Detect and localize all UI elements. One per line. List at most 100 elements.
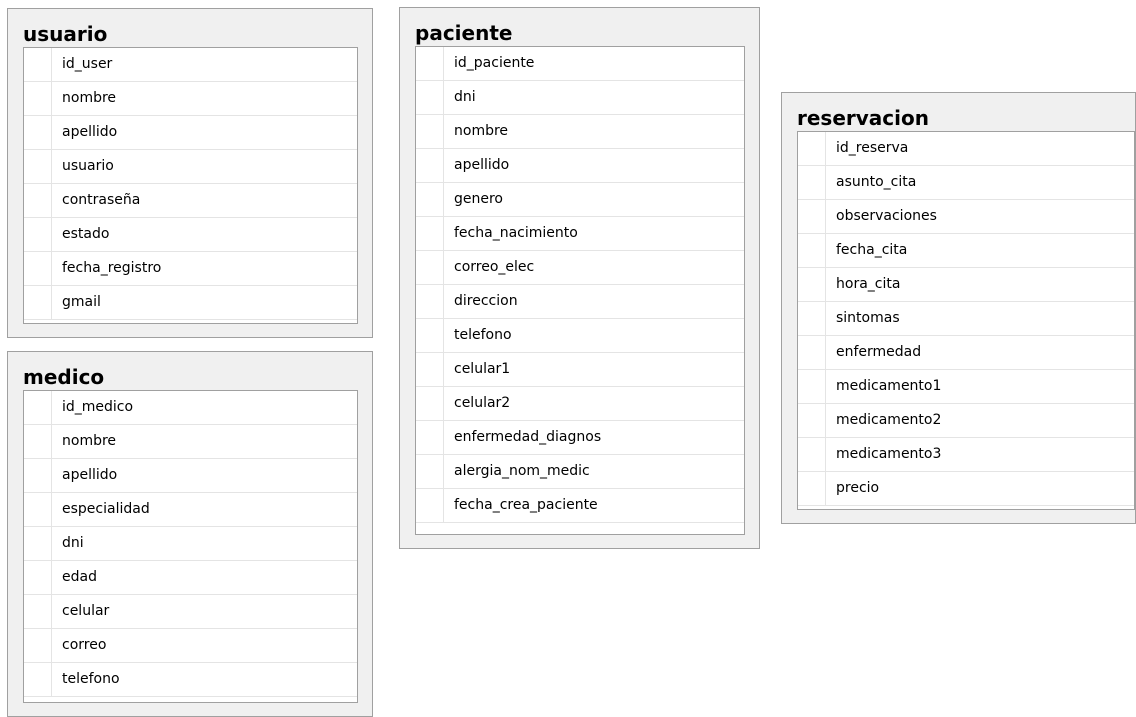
row-selector[interactable] [24,48,52,81]
row-selector[interactable] [24,391,52,424]
row-selector[interactable] [24,184,52,217]
column-row[interactable]: asunto_cita [798,166,1134,200]
row-selector[interactable] [24,595,52,628]
column-row[interactable]: apellido [24,116,357,150]
column-row[interactable]: apellido [24,459,357,493]
column-row[interactable]: correo [24,629,357,663]
row-selector[interactable] [24,82,52,115]
column-row[interactable]: usuario [24,150,357,184]
table-reservacion[interactable]: reservacion id_reserva asunto_cita obser… [781,92,1136,524]
column-row[interactable]: celular1 [416,353,744,387]
row-selector[interactable] [798,472,826,505]
row-selector[interactable] [416,115,444,148]
column-row[interactable]: enfermedad_diagnos [416,421,744,455]
table-usuario[interactable]: usuario id_user nombre apellido usuario … [7,8,373,338]
row-selector[interactable] [798,234,826,267]
column-row[interactable]: celular [24,595,357,629]
column-row[interactable]: medicamento2 [798,404,1134,438]
row-selector[interactable] [416,353,444,386]
row-selector[interactable] [24,150,52,183]
column-row[interactable]: id_paciente [416,47,744,81]
column-row[interactable]: nombre [416,115,744,149]
row-selector[interactable] [798,268,826,301]
row-selector[interactable] [416,285,444,318]
table-medico[interactable]: medico id_medico nombre apellido especia… [7,351,373,717]
column-row[interactable]: fecha_crea_paciente [416,489,744,523]
column-row[interactable]: nombre [24,425,357,459]
row-selector[interactable] [416,421,444,454]
column-row[interactable]: nombre [24,82,357,116]
table-paciente[interactable]: paciente id_paciente dni nombre apellido… [399,7,760,549]
row-selector[interactable] [798,166,826,199]
table-title-paciente[interactable]: paciente [415,21,512,45]
column-row[interactable]: telefono [416,319,744,353]
table-title-medico[interactable]: medico [23,365,104,389]
row-selector[interactable] [416,319,444,352]
column-name: medicamento2 [836,412,942,428]
row-selector[interactable] [416,387,444,420]
row-selector[interactable] [798,438,826,471]
row-selector[interactable] [416,47,444,80]
column-name: nombre [62,90,117,106]
column-row[interactable]: correo_elec [416,251,744,285]
row-selector[interactable] [24,493,52,526]
column-name: hora_cita [836,276,901,292]
row-selector[interactable] [798,200,826,233]
column-row[interactable]: gmail [24,286,357,320]
column-row[interactable]: sintomas [798,302,1134,336]
column-row[interactable]: celular2 [416,387,744,421]
row-selector[interactable] [24,116,52,149]
column-row[interactable]: especialidad [24,493,357,527]
column-row[interactable]: id_user [24,48,357,82]
row-selector[interactable] [798,370,826,403]
row-selector[interactable] [416,81,444,114]
row-selector[interactable] [24,286,52,319]
column-name: celular2 [454,395,511,411]
row-selector[interactable] [24,663,52,696]
column-row[interactable]: observaciones [798,200,1134,234]
row-selector[interactable] [24,459,52,492]
row-selector[interactable] [24,561,52,594]
row-selector[interactable] [416,217,444,250]
row-selector[interactable] [416,251,444,284]
column-row[interactable]: hora_cita [798,268,1134,302]
column-row[interactable]: estado [24,218,357,252]
column-row[interactable]: apellido [416,149,744,183]
row-selector[interactable] [798,132,826,165]
column-row[interactable]: genero [416,183,744,217]
row-selector[interactable] [24,527,52,560]
row-selector[interactable] [798,404,826,437]
row-selector[interactable] [24,425,52,458]
row-selector[interactable] [416,149,444,182]
column-name: alergia_nom_medic [454,463,590,479]
column-row[interactable]: direccion [416,285,744,319]
row-selector[interactable] [416,183,444,216]
column-row[interactable]: alergia_nom_medic [416,455,744,489]
row-selector[interactable] [798,336,826,369]
column-row[interactable]: precio [798,472,1134,506]
table-title-reservacion[interactable]: reservacion [797,106,929,130]
column-row[interactable]: id_medico [24,391,357,425]
column-row[interactable]: medicamento3 [798,438,1134,472]
column-row[interactable]: contraseña [24,184,357,218]
column-row[interactable]: fecha_nacimiento [416,217,744,251]
column-row[interactable]: id_reserva [798,132,1134,166]
column-name: especialidad [62,501,150,517]
column-name: correo_elec [454,259,535,275]
table-title-usuario[interactable]: usuario [23,22,107,46]
row-selector[interactable] [24,218,52,251]
column-row[interactable]: dni [24,527,357,561]
row-selector[interactable] [24,252,52,285]
column-row[interactable]: telefono [24,663,357,697]
row-selector[interactable] [24,629,52,662]
column-row[interactable]: fecha_cita [798,234,1134,268]
column-row[interactable]: fecha_registro [24,252,357,286]
row-selector[interactable] [798,302,826,335]
column-row[interactable]: edad [24,561,357,595]
column-row[interactable]: medicamento1 [798,370,1134,404]
column-name: fecha_crea_paciente [454,497,598,513]
column-row[interactable]: enfermedad [798,336,1134,370]
column-row[interactable]: dni [416,81,744,115]
row-selector[interactable] [416,455,444,488]
row-selector[interactable] [416,489,444,522]
